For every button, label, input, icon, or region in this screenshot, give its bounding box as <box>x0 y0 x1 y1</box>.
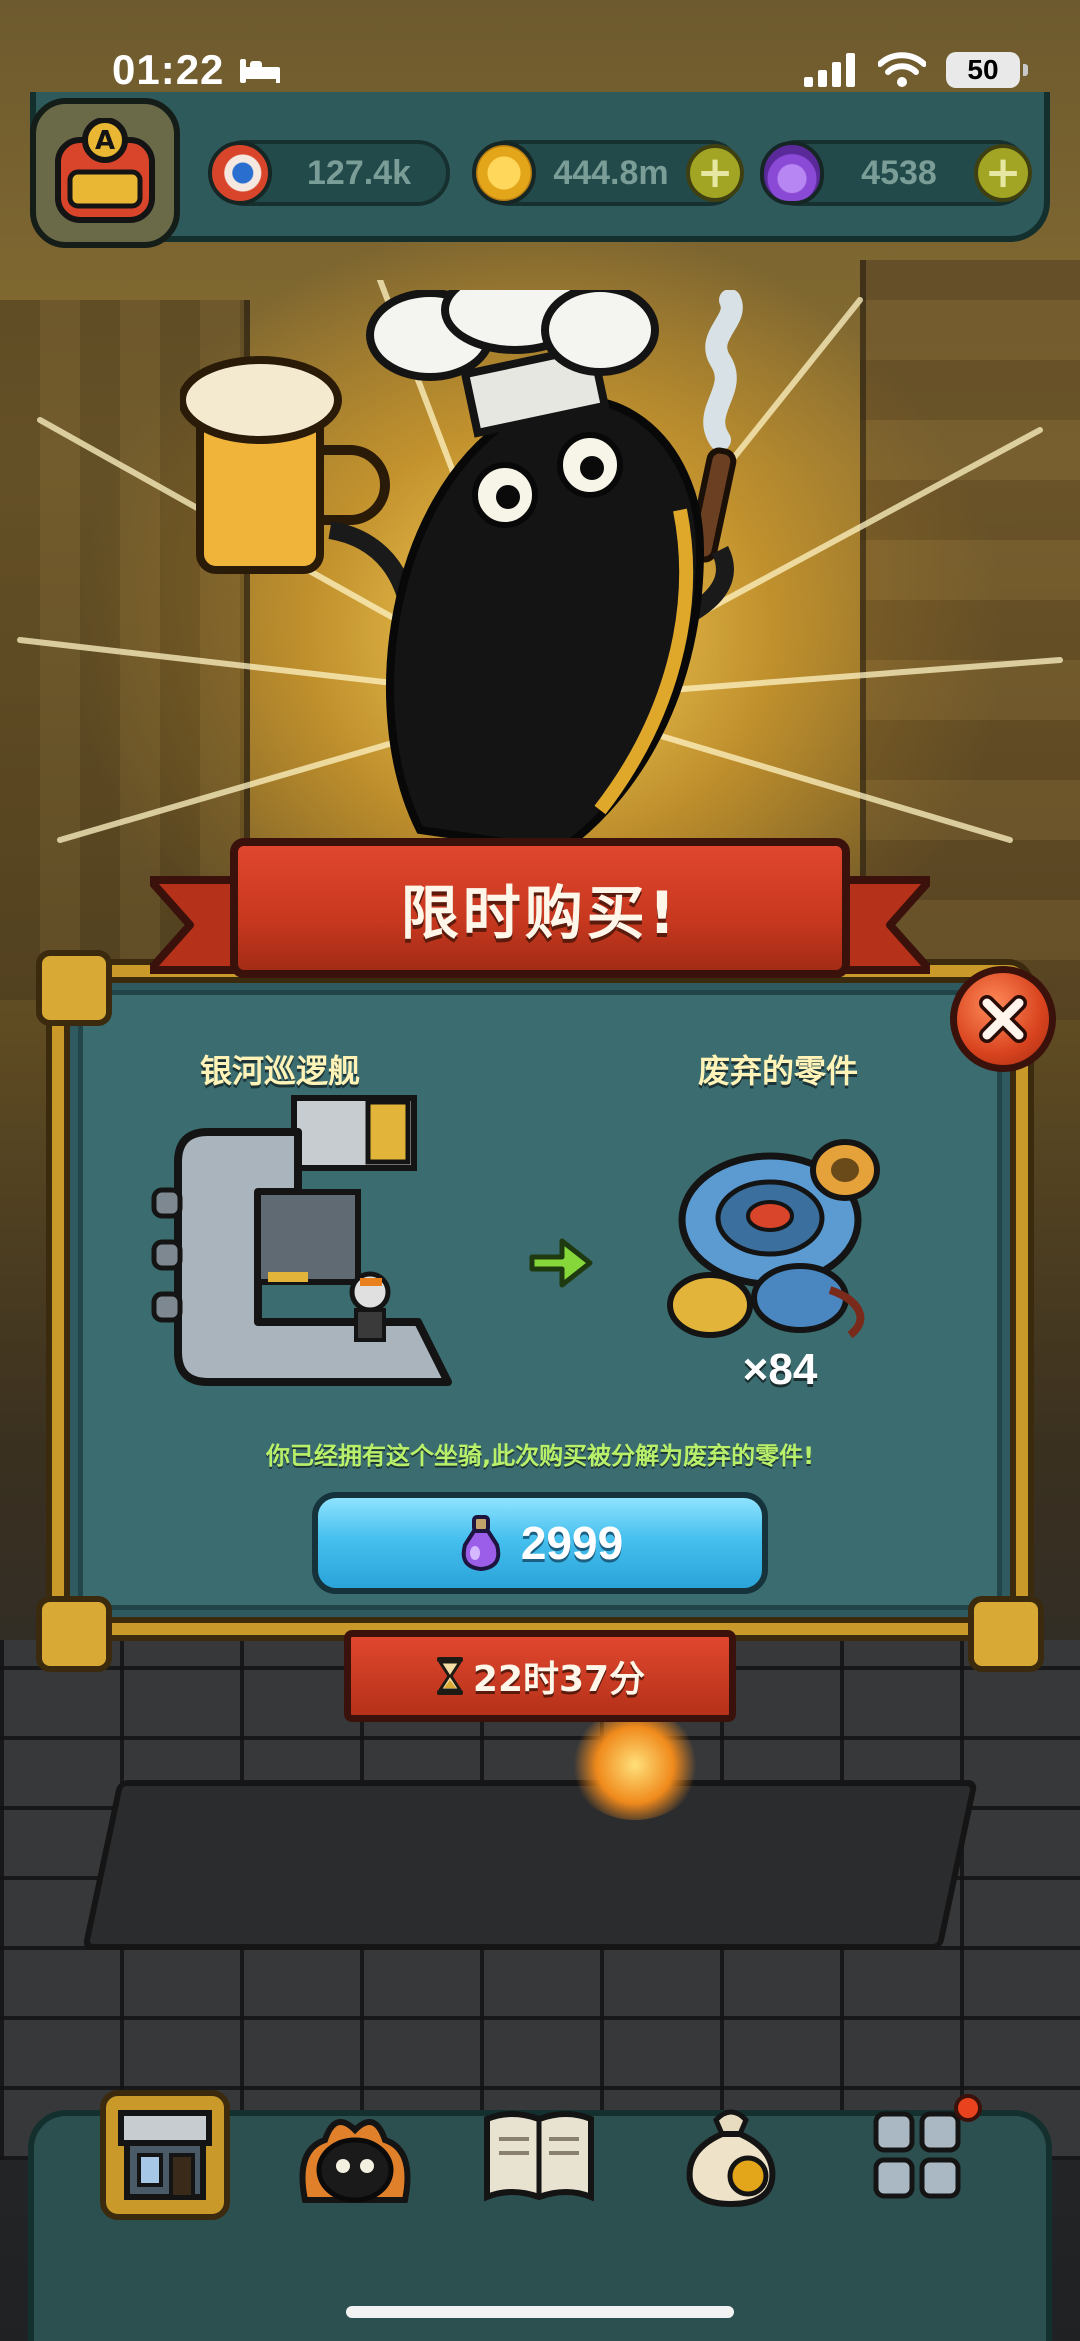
wifi-icon <box>878 52 926 87</box>
nav-more[interactable] <box>852 2090 982 2220</box>
nav-shop[interactable] <box>100 2090 230 2220</box>
reward-quantity: ×84 <box>742 1345 818 1394</box>
countdown-text: 22时37分 <box>472 1659 646 1700</box>
dialog-corner-bottom-left <box>36 1596 112 1672</box>
duplicate-mount-notice: 你已经拥有这个坐骑,此次购买被分解为废弃的零件! <box>265 1442 815 1470</box>
dialog-corner-bottom-right <box>968 1596 1044 1672</box>
eyeball-currency[interactable]: 127.4k <box>208 140 450 206</box>
notification-badge <box>954 2094 982 2122</box>
shop-building-icon <box>118 2110 212 2200</box>
buy-button[interactable]: 2999 <box>312 1492 768 1594</box>
scrap-parts-icon <box>667 1139 880 1339</box>
monster-icon <box>299 2119 411 2203</box>
dialog-corner-top-left <box>36 950 112 1026</box>
battery-indicator: 50 <box>946 52 1028 88</box>
buy-price: 2999 <box>520 1517 624 1569</box>
stove-fire <box>570 1710 700 1820</box>
clock-time: 01:22 <box>112 46 225 93</box>
nav-bag[interactable] <box>666 2090 796 2220</box>
purple-potion-icon <box>760 141 824 205</box>
kitchen-counter <box>81 1780 979 1950</box>
close-icon <box>979 995 1027 1043</box>
coin-count: 444.8m <box>553 153 669 192</box>
galaxy-patrol-ship-icon <box>151 1095 452 1386</box>
arrow-right-icon <box>529 1238 593 1288</box>
gold-coin-icon <box>472 141 536 205</box>
eyeball-icon <box>208 141 272 205</box>
offer-countdown: 22时37分 <box>344 1630 736 1722</box>
close-button[interactable] <box>950 966 1056 1072</box>
potion-count: 4538 <box>861 153 937 192</box>
battery-level: 50 <box>967 54 999 85</box>
purple-potion-icon <box>461 1515 501 1571</box>
eyeball-count: 127.4k <box>307 153 411 192</box>
offer-title: 限时购买! <box>400 879 680 947</box>
nav-recipes[interactable] <box>474 2090 604 2220</box>
coin-currency[interactable]: 444.8m + <box>472 140 744 206</box>
cellular-signal-icon <box>804 53 855 87</box>
item-name-label: 银河巡逻舰 <box>199 1052 360 1090</box>
chef-mascot-illustration <box>180 290 743 850</box>
money-bag-icon <box>686 2109 776 2208</box>
grid-menu-icon <box>873 2111 961 2199</box>
nav-monsters[interactable] <box>290 2090 420 2220</box>
potion-currency[interactable]: 4538 + <box>760 140 1032 206</box>
home-indicator[interactable] <box>346 2306 734 2318</box>
book-icon <box>484 2111 594 2202</box>
reward-name-label: 废弃的零件 <box>697 1052 858 1090</box>
svg-text:A: A <box>95 126 115 156</box>
hourglass-icon <box>436 1657 463 1695</box>
offer-title-banner: 限时购买! <box>230 838 850 978</box>
add-coins-button[interactable]: + <box>686 144 744 202</box>
restaurant-badge-icon: A <box>55 118 155 223</box>
bed-icon <box>240 59 281 83</box>
player-avatar[interactable]: A <box>30 98 180 248</box>
add-potion-button[interactable]: + <box>974 144 1032 202</box>
